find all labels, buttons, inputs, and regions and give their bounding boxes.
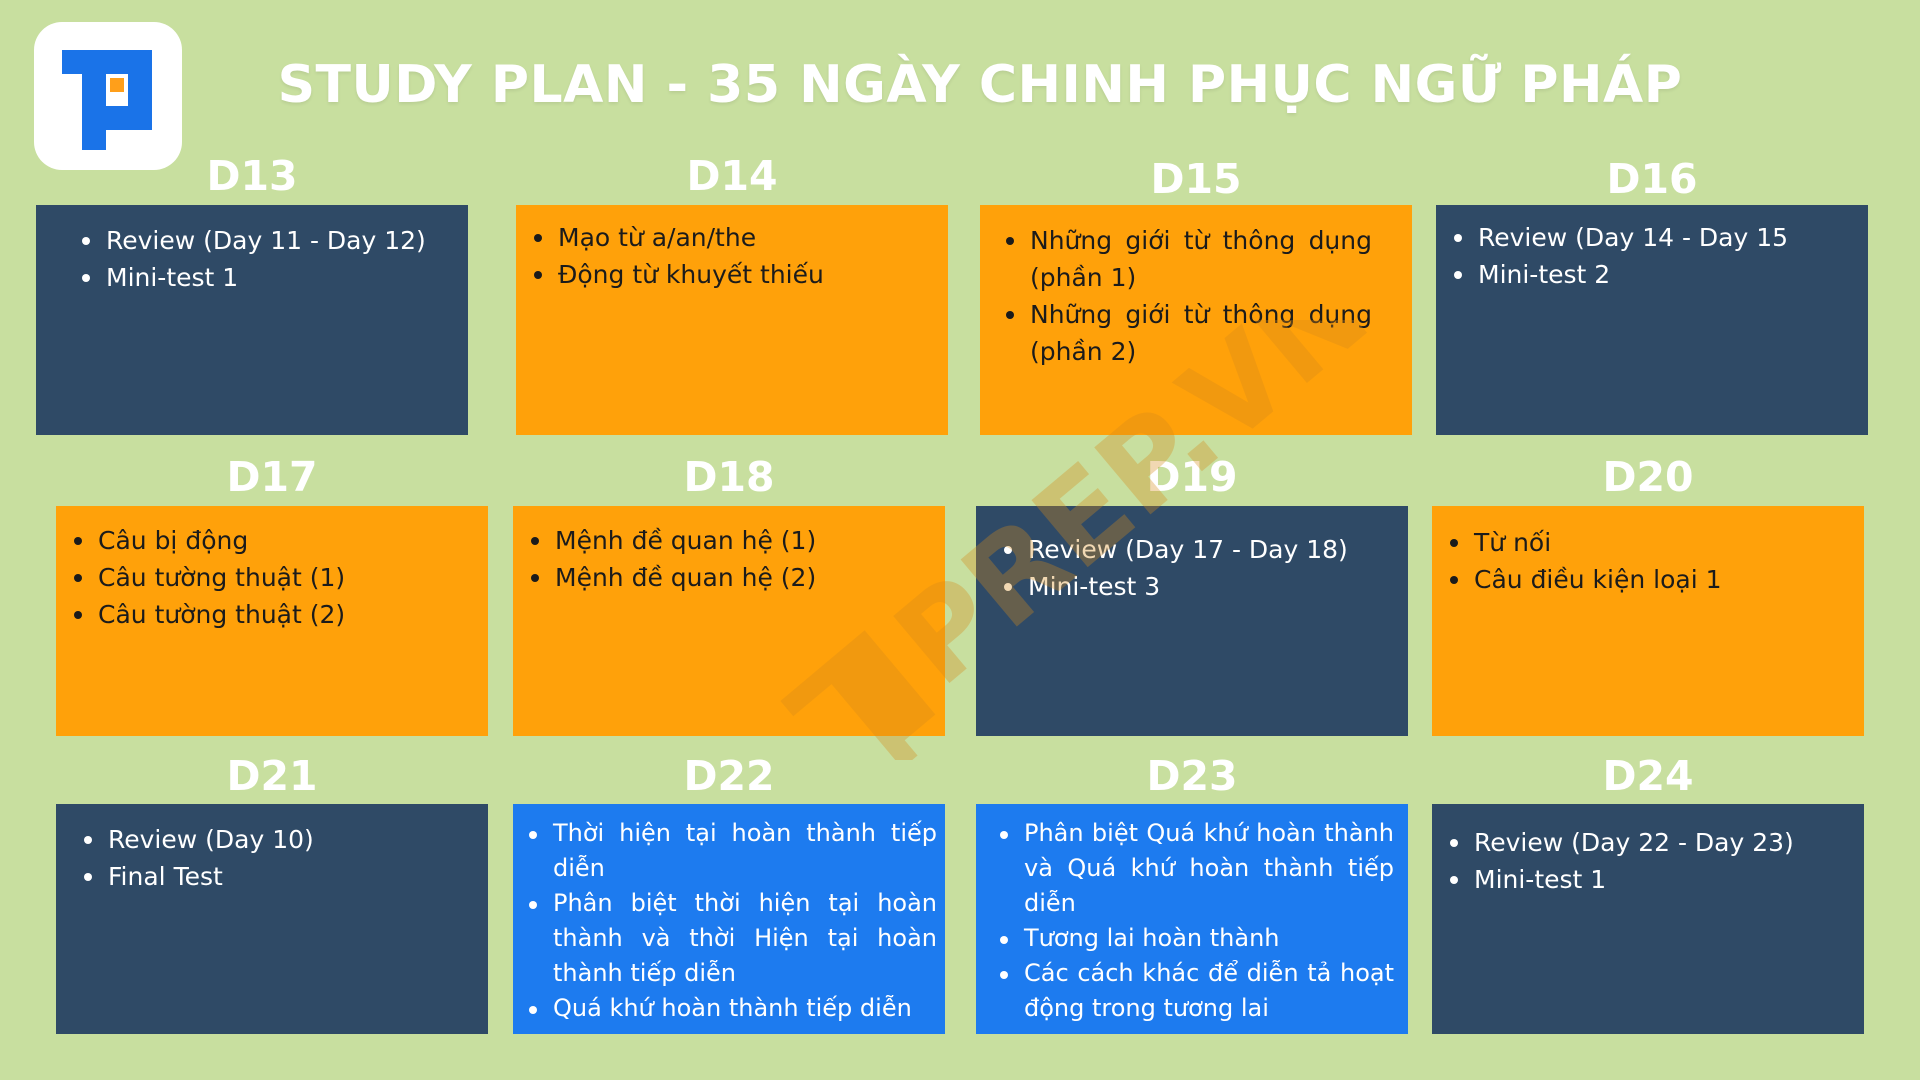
day-card-d18: Mệnh đề quan hệ (1) Mệnh đề quan hệ (2) — [513, 506, 945, 736]
topic-list: Câu bị động Câu tường thuật (1) Câu tườn… — [66, 522, 458, 633]
day-label-d22: D22 — [683, 752, 775, 800]
day-card-d21: Review (Day 10) Final Test — [56, 804, 488, 1034]
topic-item: Mini-test 2 — [1446, 256, 1838, 293]
topic-item: Tương lai hoàn thành — [992, 921, 1394, 956]
topic-list: Thời hiện tại hoàn thành tiếp diễn Phân … — [521, 816, 937, 1026]
page-title: STUDY PLAN - 35 NGÀY CHINH PHỤC NGỮ PHÁP — [277, 55, 1683, 115]
topic-item: Phân biệt thời hiện tại hoàn thành và th… — [521, 886, 937, 991]
topic-item: Mini-test 1 — [1442, 861, 1834, 898]
prep-logo-icon — [62, 50, 152, 150]
topic-list: Mạo từ a/an/the Động từ khuyết thiếu — [526, 219, 918, 293]
topic-item: Mệnh đề quan hệ (1) — [523, 522, 915, 559]
day-label-d18: D18 — [683, 453, 775, 501]
day-label-d23: D23 — [1146, 752, 1238, 800]
topic-item: Mạo từ a/an/the — [526, 219, 918, 256]
topic-item: Mini-test 3 — [996, 568, 1378, 605]
topic-item: Thời hiện tại hoàn thành tiếp diễn — [521, 816, 937, 886]
topic-item: Động từ khuyết thiếu — [526, 256, 918, 293]
topic-item: Mệnh đề quan hệ (2) — [523, 559, 915, 596]
day-label-d17: D17 — [226, 453, 318, 501]
day-card-d20: Từ nối Câu điều kiện loại 1 — [1432, 506, 1864, 736]
topic-item: Review (Day 22 - Day 23) — [1442, 824, 1834, 861]
topic-list: Review (Day 22 - Day 23) Mini-test 1 — [1442, 824, 1834, 898]
day-label-d24: D24 — [1602, 752, 1694, 800]
day-card-d24: Review (Day 22 - Day 23) Mini-test 1 — [1432, 804, 1864, 1034]
day-card-d22: Thời hiện tại hoàn thành tiếp diễn Phân … — [513, 804, 945, 1034]
day-card-d23: Phân biệt Quá khứ hoàn thành và Quá khứ … — [976, 804, 1408, 1034]
topic-list: Những giới từ thông dụng (phần 1) Những … — [998, 222, 1372, 370]
topic-item: Review (Day 11 - Day 12) — [74, 222, 438, 259]
topic-item: Từ nối — [1442, 524, 1834, 561]
day-label-d19: D19 — [1146, 453, 1238, 501]
day-label-d16: D16 — [1606, 155, 1698, 203]
topic-list: Review (Day 10) Final Test — [76, 821, 458, 895]
day-card-d16: Review (Day 14 - Day 15 Mini-test 2 — [1436, 205, 1868, 435]
topic-item: Các cách khác để diễn tả hoạt động trong… — [992, 956, 1394, 1026]
topic-item: Final Test — [76, 858, 458, 895]
day-label-d15: D15 — [1150, 155, 1242, 203]
topic-list: Phân biệt Quá khứ hoàn thành và Quá khứ … — [992, 816, 1394, 1026]
topic-item: Review (Day 14 - Day 15 — [1446, 219, 1838, 256]
day-card-d13: Review (Day 11 - Day 12) Mini-test 1 — [36, 205, 468, 435]
day-card-d17: Câu bị động Câu tường thuật (1) Câu tườn… — [56, 506, 488, 736]
day-card-d15: Những giới từ thông dụng (phần 1) Những … — [980, 205, 1412, 435]
topic-list: Từ nối Câu điều kiện loại 1 — [1442, 524, 1834, 598]
topic-item: Những giới từ thông dụng (phần 2) — [998, 296, 1372, 370]
topic-item: Những giới từ thông dụng (phần 1) — [998, 222, 1372, 296]
topic-item: Câu tường thuật (2) — [66, 596, 458, 633]
topic-list: Review (Day 11 - Day 12) Mini-test 1 — [74, 222, 438, 296]
day-card-d19: Review (Day 17 - Day 18) Mini-test 3 — [976, 506, 1408, 736]
topic-list: Mệnh đề quan hệ (1) Mệnh đề quan hệ (2) — [523, 522, 915, 596]
topic-list: Review (Day 14 - Day 15 Mini-test 2 — [1446, 219, 1838, 293]
prep-logo — [34, 22, 182, 170]
day-label-d14: D14 — [686, 152, 778, 200]
topic-item: Câu điều kiện loại 1 — [1442, 561, 1834, 598]
day-card-d14: Mạo từ a/an/the Động từ khuyết thiếu — [516, 205, 948, 435]
topic-item: Câu bị động — [66, 522, 458, 559]
topic-list: Review (Day 17 - Day 18) Mini-test 3 — [996, 531, 1378, 605]
topic-item: Mini-test 1 — [74, 259, 438, 296]
day-label-d21: D21 — [226, 752, 318, 800]
day-label-d13: D13 — [206, 152, 298, 200]
topic-item: Quá khứ hoàn thành tiếp diễn — [521, 991, 937, 1026]
topic-item: Review (Day 17 - Day 18) — [996, 531, 1378, 568]
topic-item: Phân biệt Quá khứ hoàn thành và Quá khứ … — [992, 816, 1394, 921]
day-label-d20: D20 — [1602, 453, 1694, 501]
topic-item: Câu tường thuật (1) — [66, 559, 458, 596]
topic-item: Review (Day 10) — [76, 821, 458, 858]
